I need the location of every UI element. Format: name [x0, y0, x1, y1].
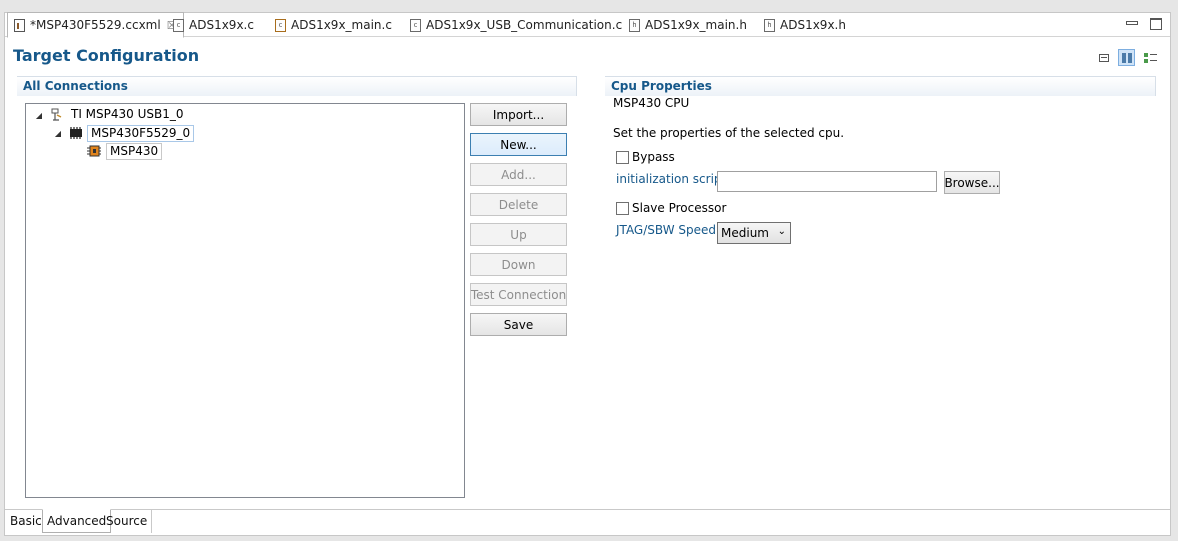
tab-ads1x9x-usb-communication-c[interactable]: c ADS1x9x_USB_Communication.c	[404, 13, 628, 37]
c-file-icon: c	[173, 18, 184, 32]
select-value: Medium	[721, 226, 769, 240]
properties-description: Set the properties of the selected cpu.	[613, 126, 845, 140]
all-connections-header: All Connections	[17, 76, 577, 96]
delete-button[interactable]: Delete	[470, 193, 567, 216]
expand-twisty-icon[interactable]: ◢	[34, 111, 44, 120]
page-title: Target Configuration	[13, 46, 200, 65]
view-toolbar	[1095, 49, 1158, 66]
up-button[interactable]: Up	[470, 223, 567, 246]
cpu-properties-header: Cpu Properties	[605, 76, 1156, 96]
tab-label: Advanced	[47, 514, 107, 528]
add-button[interactable]: Add...	[470, 163, 567, 186]
bypass-checkbox[interactable]	[616, 151, 629, 164]
tab-label: ADS1x9x_main.c	[291, 18, 392, 32]
initialization-script-input[interactable]	[717, 171, 937, 192]
bypass-label: Bypass	[632, 150, 675, 164]
save-button[interactable]: Save	[470, 313, 567, 336]
usb-probe-icon	[48, 108, 64, 122]
chip-icon	[67, 126, 83, 140]
browse-button[interactable]: Browse...	[944, 171, 1000, 194]
c-file-icon: c	[410, 18, 421, 32]
maximize-icon[interactable]	[1148, 16, 1162, 30]
connections-tree[interactable]: ◢ TI MSP430 USB1_0 ◢ MSP430F5529_0 MSP43…	[25, 103, 465, 498]
section-title: All Connections	[23, 79, 128, 93]
tree-item-usb-probe[interactable]: ◢ TI MSP430 USB1_0	[34, 106, 187, 124]
slave-processor-label: Slave Processor	[632, 201, 727, 215]
initialization-script-label: initialization script	[616, 172, 727, 186]
tab-source[interactable]: Source	[102, 509, 153, 533]
h-file-icon: h	[764, 18, 775, 32]
bottom-tab-bar: Basic Advanced Source	[5, 509, 1170, 535]
jtag-sbw-speed-label: JTAG/SBW Speed	[616, 223, 716, 237]
target-config-file-icon	[14, 18, 25, 32]
editor-frame: *MSP430F5529.ccxml ☒ c ADS1x9x.c c ADS1x…	[4, 12, 1171, 536]
jtag-sbw-speed-select[interactable]: Medium ⌄	[717, 222, 791, 244]
tab-ads1x9x-main-c[interactable]: c ADS1x9x_main.c	[269, 13, 398, 37]
tab-label: ADS1x9x.c	[189, 18, 254, 32]
horizontal-layout-icon[interactable]	[1118, 49, 1135, 66]
expand-twisty-icon[interactable]: ◢	[53, 129, 63, 138]
tree-item-label: MSP430F5529_0	[87, 124, 195, 142]
tab-ads1x9x-c[interactable]: c ADS1x9x.c	[167, 13, 260, 37]
tab-msp430f5529-ccxml[interactable]: *MSP430F5529.ccxml ☒	[7, 12, 184, 38]
section-title: Cpu Properties	[611, 79, 712, 93]
h-file-icon: h	[629, 18, 640, 32]
collapse-panel-icon[interactable]	[1095, 49, 1112, 66]
tree-item-msp430f5529[interactable]: ◢ MSP430F5529_0	[53, 124, 195, 142]
down-button[interactable]: Down	[470, 253, 567, 276]
c-file-warning-icon: c	[275, 18, 286, 32]
minimize-icon[interactable]	[1124, 16, 1138, 30]
import-button[interactable]: Import...	[470, 103, 567, 126]
slave-processor-checkbox[interactable]	[616, 202, 629, 215]
cpu-icon	[86, 144, 102, 158]
vertical-layout-icon[interactable]	[1141, 49, 1158, 66]
editor-tab-bar: *MSP430F5529.ccxml ☒ c ADS1x9x.c c ADS1x…	[5, 12, 1170, 38]
new-button[interactable]: New...	[470, 133, 567, 156]
tab-label: ADS1x9x_main.h	[645, 18, 747, 32]
tab-label: ADS1x9x.h	[780, 18, 846, 32]
cpu-name: MSP430 CPU	[613, 96, 690, 110]
tab-ads1x9x-main-h[interactable]: h ADS1x9x_main.h	[623, 13, 753, 37]
tab-label: Basic	[10, 514, 42, 528]
tab-basic[interactable]: Basic	[6, 509, 47, 533]
tree-item-label: MSP430	[106, 142, 163, 160]
chevron-down-icon: ⌄	[777, 226, 786, 237]
tree-item-label: TI MSP430 USB1_0	[71, 106, 184, 121]
tab-ads1x9x-h[interactable]: h ADS1x9x.h	[758, 13, 852, 37]
tab-label: Source	[106, 514, 148, 528]
tree-item-msp430-cpu[interactable]: MSP430	[86, 142, 163, 160]
tab-advanced[interactable]: Advanced	[42, 509, 112, 533]
tab-label: *MSP430F5529.ccxml	[30, 18, 161, 32]
test-connection-button[interactable]: Test Connection	[470, 283, 567, 306]
tab-label: ADS1x9x_USB_Communication.c	[426, 18, 623, 32]
